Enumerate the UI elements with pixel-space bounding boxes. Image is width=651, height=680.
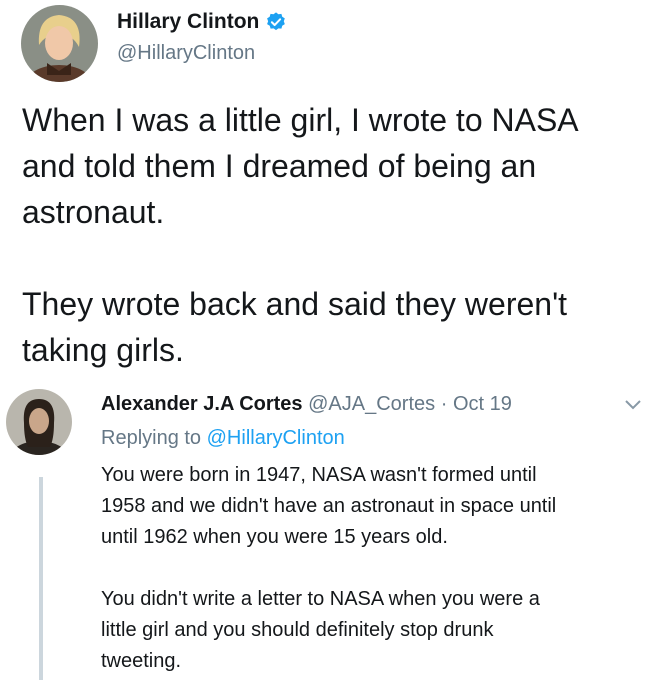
replying-to-label: Replying to	[101, 427, 202, 449]
replying-to: Replying to @HillaryClinton	[101, 427, 345, 450]
author-name-row: Hillary Clinton	[117, 10, 287, 34]
author-avatar[interactable]	[21, 5, 98, 82]
replying-to-handle[interactable]: @HillaryClinton	[207, 427, 345, 449]
separator-dot: ·	[440, 393, 448, 415]
avatar-photo-icon	[21, 5, 98, 82]
avatar-photo-icon	[6, 389, 72, 455]
reply-header: Alexander J.A Cortes @AJA_Cortes · Oct 1…	[101, 393, 512, 416]
author-name[interactable]: Hillary Clinton	[117, 10, 259, 34]
reply-author-name[interactable]: Alexander J.A Cortes	[101, 393, 303, 415]
reply-text: You were born in 1947, NASA wasn't forme…	[101, 464, 557, 672]
reply-avatar[interactable]	[6, 389, 72, 455]
reply-date[interactable]: Oct 19	[453, 393, 512, 415]
thread-line	[39, 477, 43, 680]
chevron-down-icon[interactable]	[624, 398, 642, 412]
author-handle[interactable]: @HillaryClinton	[117, 42, 255, 65]
tweet-text: When I was a little girl, I wrote to NAS…	[22, 102, 579, 368]
reply-author-handle[interactable]: @AJA_Cortes	[308, 393, 435, 415]
verified-badge-icon	[267, 12, 286, 31]
